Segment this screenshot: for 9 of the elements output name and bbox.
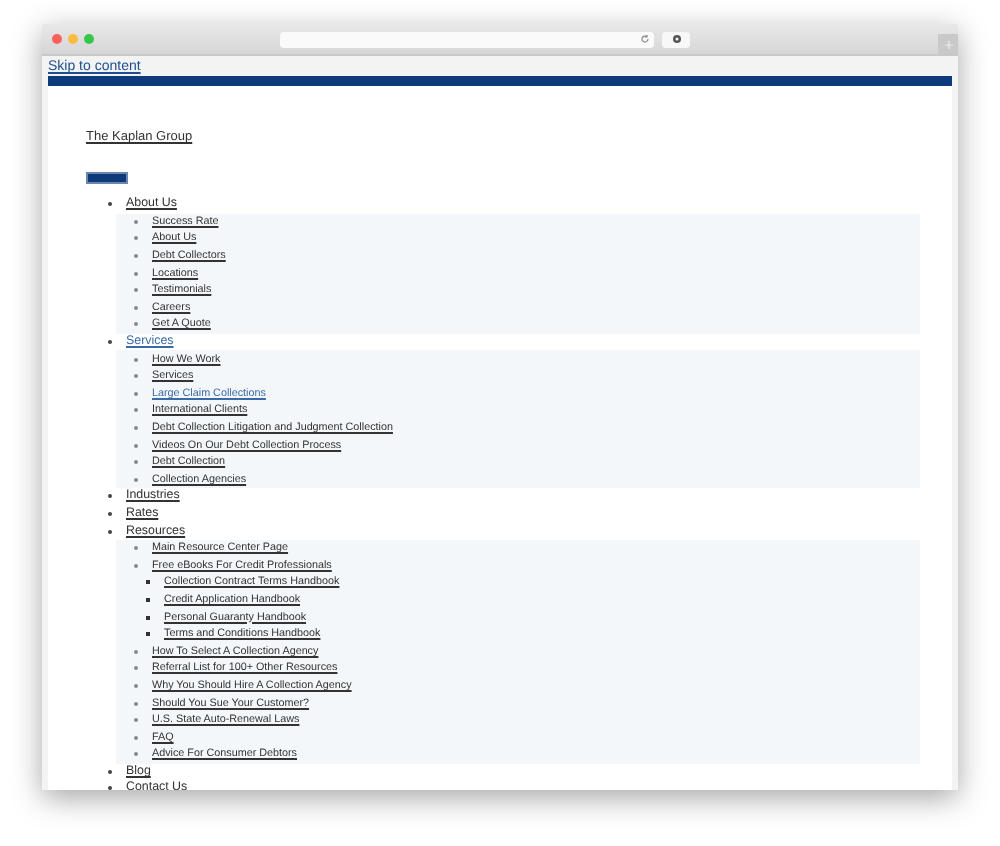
reload-icon[interactable]: [640, 34, 650, 44]
new-tab-button[interactable]: [938, 34, 958, 54]
extension-button[interactable]: [662, 31, 690, 47]
maximize-icon[interactable]: [84, 34, 94, 44]
minimize-icon[interactable]: [68, 34, 78, 44]
menu-toggle-button[interactable]: [86, 172, 128, 184]
plus-icon: [943, 39, 953, 49]
gear-icon: [671, 34, 681, 44]
close-icon[interactable]: [52, 34, 62, 44]
